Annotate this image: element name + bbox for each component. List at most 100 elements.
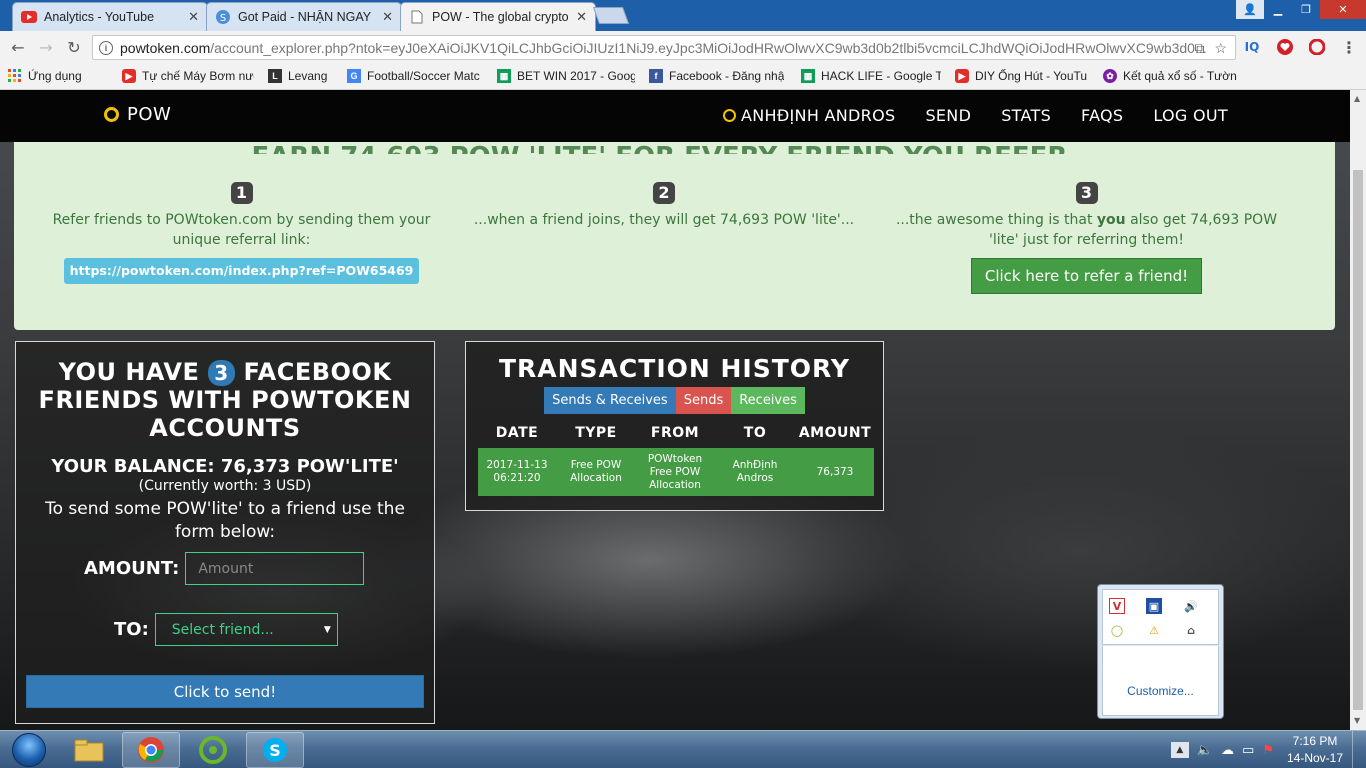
col-type: TYPE xyxy=(575,425,617,441)
friend-select[interactable]: Select friend... ▼ xyxy=(154,613,338,646)
bookmark-1[interactable]: ▶ Tự chế Máy Bơm nướ xyxy=(122,69,254,83)
taskbar-explorer[interactable] xyxy=(60,732,118,768)
tray-overflow-popup: V ▣ 🔊 ◯ ⚠ ⌂ Customize... xyxy=(1097,584,1224,719)
bookmark-5[interactable]: f Facebook - Đăng nhậ xyxy=(649,69,787,83)
address-bar[interactable]: i powtoken.com /account_explorer.php?nto… xyxy=(92,35,1236,60)
tab-title: Analytics - YouTube xyxy=(44,10,155,24)
taskbar-skype[interactable]: S xyxy=(246,732,304,768)
browser-tab-strip: Analytics - YouTube ✕ S Got Paid - NHẬN … xyxy=(0,0,1366,31)
taskbar-chrome[interactable] xyxy=(122,732,180,768)
tab-analytics-youtube[interactable]: Analytics - YouTube ✕ xyxy=(12,2,208,31)
v-antivirus-icon[interactable]: V xyxy=(1109,598,1125,614)
popup-footer xyxy=(1102,646,1219,716)
taskbar-coccoc[interactable] xyxy=(184,732,242,768)
back-icon[interactable]: ← xyxy=(8,37,28,57)
cell-amount: 76,373 xyxy=(816,465,854,478)
site-brand[interactable]: POW xyxy=(104,104,171,125)
table-row[interactable]: 2017-11-13 06:21:20 Free POW Allocation … xyxy=(478,448,874,496)
amount-row: AMOUNT: xyxy=(84,552,365,585)
close-icon[interactable]: ✕ xyxy=(188,10,199,25)
bookmark-2[interactable]: L Levang xyxy=(268,69,333,83)
amount-label: AMOUNT: xyxy=(84,558,180,579)
page-scrollbar[interactable]: ▲ ▼ xyxy=(1350,90,1366,730)
referral-link[interactable]: https://powtoken.com/index.php?ref=POW65… xyxy=(63,258,420,284)
youtube-icon: ▶ xyxy=(122,69,136,83)
bookmark-3[interactable]: G Football/Soccer Matc xyxy=(347,69,483,83)
filter-sends[interactable]: Sends xyxy=(675,387,732,414)
step-text: ...the awesome thing is that you also ge… xyxy=(895,212,1278,248)
cloud-icon[interactable]: ☁ xyxy=(1221,743,1234,758)
transaction-history-panel: TRANSACTION HISTORY Sends & Receives Sen… xyxy=(465,341,884,511)
iq-extension-icon[interactable]: IQ xyxy=(1243,38,1261,56)
forward-icon[interactable]: → xyxy=(36,37,56,57)
scroll-down-icon[interactable]: ▼ xyxy=(1354,716,1360,725)
show-desktop-button[interactable] xyxy=(1352,731,1366,768)
filter-sends-receives[interactable]: Sends & Receives xyxy=(544,387,676,414)
nav-user[interactable]: ANHĐỊNH ANDROS xyxy=(722,106,895,125)
reload-icon[interactable]: ↻ xyxy=(64,37,84,57)
close-icon[interactable]: ✕ xyxy=(576,10,587,25)
levang-icon: L xyxy=(268,69,282,83)
heart-extension-icon[interactable] xyxy=(1276,38,1294,56)
sheets-icon: ▦ xyxy=(497,69,511,83)
refer-friend-button[interactable]: Click here to refer a friend! xyxy=(970,258,1203,294)
restore-icon[interactable]: ❐ xyxy=(1292,0,1320,19)
send-button[interactable]: Click to send! xyxy=(26,675,424,708)
window-controls: 👤 ▁ ❐ ✕ xyxy=(1236,0,1366,20)
volume-icon[interactable]: 🔈 xyxy=(1197,743,1213,758)
menu-icon[interactable]: ⋮ xyxy=(1340,38,1358,57)
sheets-icon: ▦ xyxy=(801,69,815,83)
coccoc-icon xyxy=(199,736,227,764)
nav-faqs[interactable]: FAQS xyxy=(1081,106,1123,125)
bookmark-4[interactable]: ▦ BET WIN 2017 - Goog xyxy=(497,69,635,83)
nav-send[interactable]: SEND xyxy=(925,106,971,125)
network-app-icon[interactable]: ▣ xyxy=(1146,598,1162,614)
friends-title: YOU HAVE 3 FACEBOOK FRIENDS WITH POWTOKE… xyxy=(38,358,412,442)
s-logo-icon: S xyxy=(215,9,231,25)
bookmark-7[interactable]: ▶ DIY Ống Hút - YouTu xyxy=(955,69,1089,83)
warning-flag-icon[interactable]: ⚠ xyxy=(1146,622,1162,638)
close-icon[interactable]: ✕ xyxy=(382,10,393,25)
speaker-icon[interactable]: 🔊 xyxy=(1183,598,1199,614)
monitor-icon[interactable]: ▭ xyxy=(1242,743,1254,758)
bookmark-6[interactable]: ▦ HACK LIFE - Google T xyxy=(801,69,941,83)
amount-input[interactable] xyxy=(185,552,365,585)
tab-title: Got Paid - NHẬN NGAY xyxy=(238,10,372,24)
scroll-up-icon[interactable]: ▲ xyxy=(1354,94,1360,103)
apps-grid-icon xyxy=(8,69,22,83)
start-button[interactable] xyxy=(4,732,54,768)
tab-title: POW - The global crypto xyxy=(432,10,569,24)
pow-logo-icon xyxy=(104,107,119,122)
page-icon xyxy=(409,9,425,25)
opera-extension-icon[interactable] xyxy=(1308,38,1326,56)
customize-link[interactable]: Customize... xyxy=(1098,684,1223,698)
close-window-icon[interactable]: ✕ xyxy=(1320,0,1366,19)
profile-icon[interactable]: 👤 xyxy=(1236,0,1264,19)
minimize-icon[interactable]: ▁ xyxy=(1264,0,1292,19)
show-hidden-icons[interactable]: ▲ xyxy=(1170,742,1189,758)
step-number: 3 xyxy=(1075,182,1098,204)
info-icon[interactable]: i xyxy=(99,40,113,55)
usb-device-icon[interactable]: ⌂ xyxy=(1183,622,1199,638)
referral-step-1: 1 Refer friends to POWtoken.com by sendi… xyxy=(44,182,439,284)
leaf-app-icon[interactable]: ◯ xyxy=(1109,622,1125,638)
svg-text:S: S xyxy=(269,741,281,760)
clock[interactable]: 7:16 PM 14-Nov-17 xyxy=(1278,733,1352,767)
tab-got-paid[interactable]: S Got Paid - NHẬN NGAY ✕ xyxy=(206,2,402,31)
bookmark-star-icon[interactable]: ☆ xyxy=(1214,40,1227,57)
nav-stats[interactable]: STATS xyxy=(1001,106,1051,125)
facebook-icon: f xyxy=(649,69,663,83)
step-text: ...when a friend joins, they will get 74… xyxy=(473,212,855,228)
nav-logout[interactable]: LOG OUT xyxy=(1153,106,1228,125)
new-tab-button[interactable] xyxy=(592,7,630,24)
tab-pow[interactable]: POW - The global crypto ✕ xyxy=(400,2,596,31)
referral-step-3: 3 ...the awesome thing is that you also … xyxy=(889,182,1284,294)
translate-icon[interactable]: ⧉ xyxy=(1194,40,1204,57)
site-navbar: POW ANHĐỊNH ANDROS SEND STATS FAQS LOG O… xyxy=(0,90,1350,142)
network-flag-icon[interactable]: ⚑ xyxy=(1262,743,1274,758)
filter-receives[interactable]: Receives xyxy=(731,387,805,414)
bookmark-apps[interactable]: Ứng dụng xyxy=(8,69,108,83)
cell-date: 2017-11-13 06:21:20 xyxy=(486,459,548,484)
bookmark-8[interactable]: ✿ Kết quả xổ số - Tườn xyxy=(1103,69,1243,83)
scrollbar-thumb[interactable] xyxy=(1353,170,1363,710)
